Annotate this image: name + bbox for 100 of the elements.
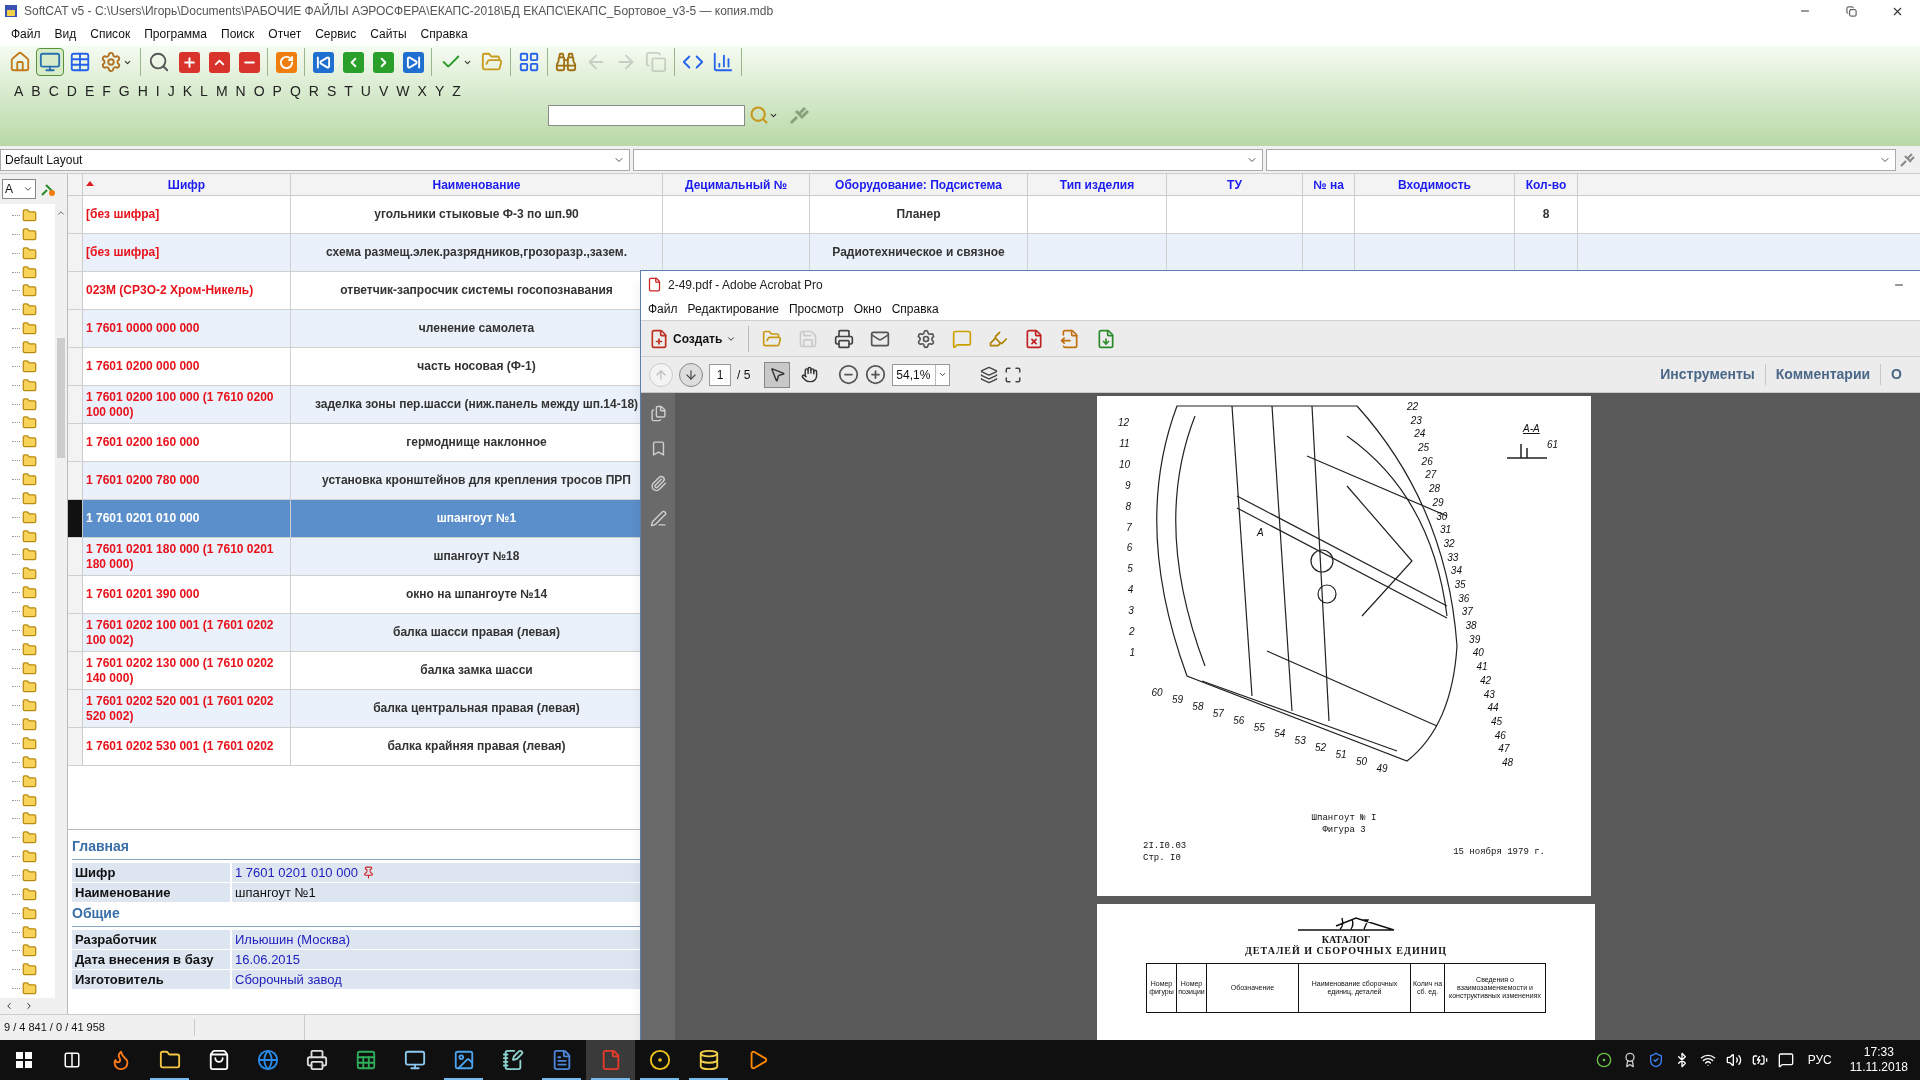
folder-icon[interactable] (22, 509, 37, 525)
notifications-icon[interactable] (1777, 1052, 1794, 1068)
alphabet-filter-letter[interactable]: S (322, 80, 341, 102)
fit-page-button[interactable] (980, 365, 999, 384)
menu-item[interactable]: Файл (643, 300, 683, 318)
column-header[interactable]: Децимальный № (663, 174, 810, 195)
menu-item[interactable]: Сервис (308, 22, 364, 46)
alphabet-filter-letter[interactable]: L (196, 80, 212, 102)
signature-icon[interactable] (649, 510, 667, 527)
table-row[interactable]: [без шифра] угольники стыковые Ф-3 по шп.90 Планер 8 (68, 196, 1920, 234)
pin-icon[interactable] (361, 866, 375, 879)
alphabet-filter-letter[interactable]: H (133, 80, 152, 102)
alphabet-filter-letter[interactable]: Y (430, 80, 449, 102)
scrollbar-thumb[interactable] (57, 338, 65, 458)
monitor-button[interactable] (36, 48, 64, 76)
folder-icon[interactable] (22, 717, 37, 733)
alphabet-filter-letter[interactable]: J (163, 80, 179, 102)
folder-icon[interactable] (22, 679, 37, 695)
next-page-button[interactable] (679, 362, 703, 387)
alphabet-filter-letter[interactable]: O (249, 80, 269, 102)
pages-icon[interactable] (649, 405, 667, 422)
folder-icon[interactable] (22, 264, 37, 280)
create-button[interactable]: Создать (649, 325, 750, 352)
alphabet-filter-letter[interactable]: X (413, 80, 431, 102)
menu-item[interactable]: Сайты (363, 22, 414, 46)
select-tool-button[interactable] (764, 361, 791, 388)
folder-icon[interactable] (22, 962, 37, 978)
folder-icon[interactable] (22, 358, 37, 374)
folder-icon[interactable] (22, 603, 37, 619)
table-row[interactable]: [без шифра] схема размещ.элек.разрядников,грозоразр.,зазем. Радиотехническое и связное (68, 234, 1920, 272)
alphabet-filter-letter[interactable]: N (231, 80, 250, 102)
folder-icon[interactable] (22, 471, 37, 487)
alphabet-filter-letter[interactable]: D (62, 80, 81, 102)
alphabet-filter-letter[interactable]: U (356, 80, 375, 102)
menu-item[interactable]: Поиск (214, 22, 262, 46)
alphabet-filter-letter[interactable]: R (304, 80, 323, 102)
folder-icon[interactable] (22, 660, 37, 676)
folder-icon[interactable] (22, 528, 37, 544)
zoom-out-button[interactable] (838, 364, 860, 385)
folder-icon[interactable] (22, 754, 37, 770)
folder-icon[interactable] (22, 302, 37, 318)
column-header[interactable]: ТУ (1167, 174, 1303, 195)
folder-icon[interactable] (22, 943, 37, 959)
menu-item[interactable]: Файл (4, 22, 48, 46)
alphabet-filter-letter[interactable]: I (151, 80, 164, 102)
folder-icon[interactable] (22, 453, 37, 469)
field-value[interactable]: Сборочный завод (235, 969, 342, 990)
tree-filter-dropdown[interactable]: A (2, 179, 36, 199)
folder-icon[interactable] (22, 981, 37, 997)
column-header[interactable]: № на (1303, 174, 1355, 195)
alphabet-filter-letter[interactable]: M (211, 80, 232, 102)
folder-icon[interactable] (22, 924, 37, 940)
folder-icon[interactable] (22, 868, 37, 883)
search-field[interactable] (548, 104, 745, 126)
pane-tab[interactable]: О (1881, 364, 1912, 385)
folder-icon[interactable] (22, 830, 37, 846)
page-number-field[interactable]: 1 (709, 363, 731, 386)
alphabet-filter-letter[interactable]: G (114, 80, 134, 102)
alphabet-filter-letter[interactable]: E (80, 80, 99, 102)
volume-icon[interactable] (1725, 1052, 1742, 1068)
field-value[interactable]: Ильюшин (Москва) (235, 929, 350, 950)
menu-item[interactable]: Вид (47, 22, 84, 46)
filter-dropdown[interactable] (633, 148, 1263, 171)
menu-item[interactable]: Справка (886, 300, 944, 318)
column-header[interactable]: Наименование (291, 174, 663, 195)
shield-icon[interactable] (1647, 1052, 1664, 1068)
folder-icon[interactable] (22, 849, 37, 865)
column-header[interactable]: Оборудование: Подсистема (810, 174, 1028, 195)
alphabet-filter-letter[interactable]: K (178, 80, 197, 102)
paperclip-icon[interactable] (649, 475, 667, 492)
menu-item[interactable]: Отчет (261, 22, 309, 46)
folder-icon[interactable] (22, 396, 37, 412)
column-header[interactable]: Входимость (1355, 174, 1515, 195)
torrent-icon[interactable] (1595, 1052, 1612, 1068)
folder-icon[interactable] (22, 245, 37, 261)
field-value[interactable]: 16.06.2015 (235, 949, 301, 970)
layout-dropdown[interactable]: Default Layout (0, 148, 630, 171)
folder-icon[interactable] (22, 622, 37, 638)
alphabet-filter-letter[interactable]: C (44, 80, 63, 102)
menu-item[interactable]: Редактирование (682, 300, 784, 318)
menu-item[interactable]: Окно (848, 300, 887, 318)
alphabet-filter-letter[interactable]: F (98, 80, 115, 102)
folder-icon[interactable] (22, 490, 37, 506)
zoom-field[interactable]: 54,1% (892, 363, 951, 386)
folder-icon[interactable] (22, 736, 37, 751)
folder-icon[interactable] (22, 339, 37, 355)
folder-icon[interactable] (22, 886, 37, 902)
clock[interactable]: 17:33 11.11.2018 (1845, 1045, 1912, 1075)
folder-icon[interactable] (22, 434, 37, 450)
alphabet-filter-letter[interactable]: V (374, 80, 393, 102)
folder-icon[interactable] (22, 773, 37, 789)
scroll-left-icon[interactable] (4, 1001, 14, 1011)
alphabet-filter-letter[interactable]: T (340, 80, 357, 102)
folder-icon[interactable] (22, 547, 37, 563)
folder-icon[interactable] (22, 321, 37, 337)
alphabet-filter-letter[interactable]: W (392, 80, 414, 102)
alphabet-filter-letter[interactable]: Q (285, 80, 305, 102)
wifi-icon[interactable] (1699, 1052, 1716, 1068)
folder-icon[interactable] (22, 811, 37, 827)
folder-icon[interactable] (22, 207, 37, 223)
